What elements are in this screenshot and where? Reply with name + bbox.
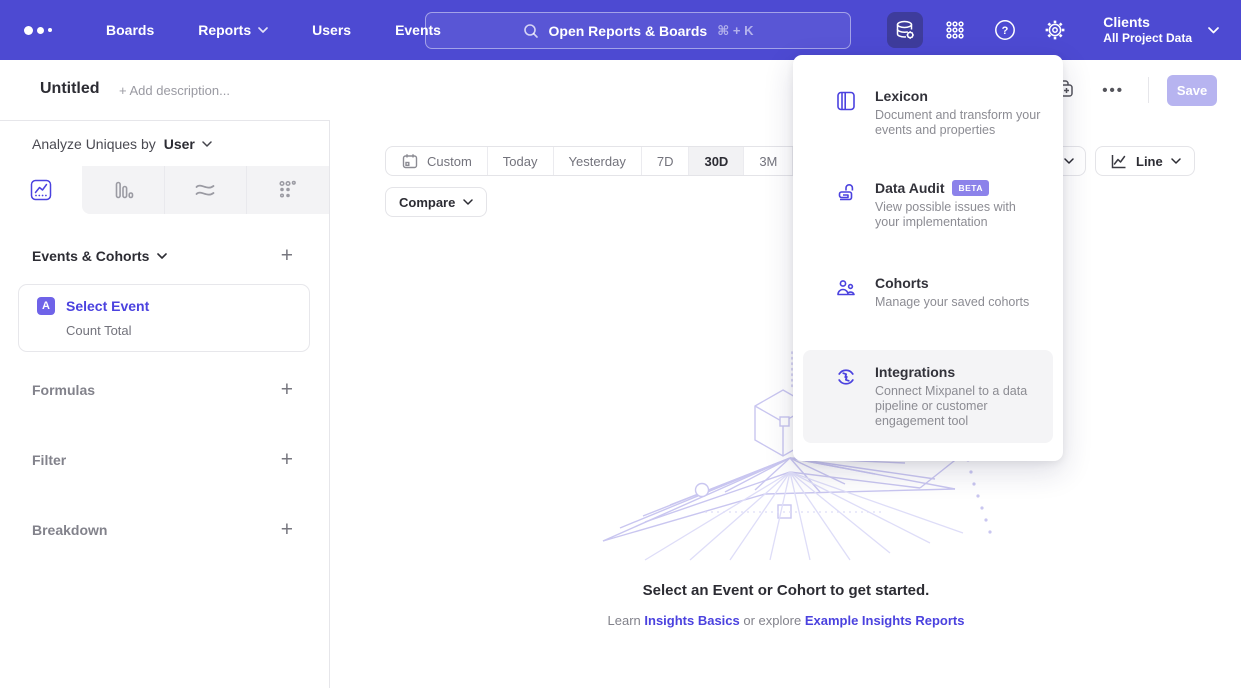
gear-icon <box>1043 18 1067 42</box>
analyze-label: Analyze Uniques by <box>32 136 156 152</box>
date-range-control: Custom Today Yesterday 7D 30D 3M 6M <box>385 146 842 176</box>
header-divider <box>1148 77 1149 103</box>
chart-type-tabs <box>0 166 329 214</box>
grid-icon <box>943 18 967 42</box>
select-event-label[interactable]: Select Event <box>66 298 149 314</box>
filter-label: Filter <box>32 452 66 468</box>
empty-state-title: Select an Event or Cohort to get started… <box>331 582 1241 599</box>
menu-item-integrations[interactable]: Integrations Connect Mixpanel to a data … <box>803 350 1053 443</box>
date-range-30d-selected[interactable]: 30D <box>689 147 744 175</box>
chevron-down-icon <box>258 27 268 33</box>
empty-state-links: Learn Insights Basics or explore Example… <box>331 613 1241 628</box>
beta-badge: BETA <box>952 180 989 196</box>
chart-canvas: Custom Today Yesterday 7D 30D 3M 6M Comp… <box>331 120 1241 688</box>
insights-report-page: Boards Reports Users Events Open Reports… <box>0 0 1241 688</box>
nav-item-reports[interactable]: Reports <box>198 22 268 38</box>
report-description-placeholder[interactable]: + Add description... <box>119 83 230 98</box>
nav-item-users[interactable]: Users <box>312 22 351 38</box>
menu-item-cohorts[interactable]: Cohorts Manage your saved cohorts <box>793 275 1063 310</box>
tab-flow-chart[interactable] <box>164 166 247 214</box>
line-chart-icon <box>1109 152 1128 171</box>
data-audit-icon <box>835 182 857 204</box>
add-event-button[interactable]: + <box>281 246 293 266</box>
calendar-icon <box>401 152 419 170</box>
count-total-label[interactable]: Count Total <box>66 323 309 338</box>
data-management-menu: Lexicon Document and transform your even… <box>793 55 1063 461</box>
events-cohorts-section: Events & Cohorts + <box>0 238 329 274</box>
menu-item-lexicon[interactable]: Lexicon Document and transform your even… <box>793 88 1063 138</box>
chevron-down-icon <box>463 199 473 205</box>
bar-chart-tab-icon <box>111 178 135 202</box>
event-card[interactable]: A Select Event Count Total <box>18 284 310 352</box>
date-range-yesterday[interactable]: Yesterday <box>554 147 642 175</box>
add-formula-button[interactable]: + <box>281 380 293 400</box>
example-reports-link[interactable]: Example Insights Reports <box>805 613 965 628</box>
menu-item-data-audit[interactable]: Data AuditBETA View possible issues with… <box>793 180 1063 230</box>
top-nav: Boards Reports Users Events Open Reports… <box>0 0 1241 60</box>
flow-chart-tab-icon <box>193 178 217 202</box>
settings-button[interactable] <box>1037 12 1073 48</box>
date-range-3m[interactable]: 3M <box>744 147 793 175</box>
search-icon <box>523 23 539 39</box>
learn-prefix: Learn <box>608 613 641 628</box>
date-range-custom[interactable]: Custom <box>386 147 488 175</box>
analyze-value-dropdown[interactable]: User <box>164 136 195 152</box>
metrics-grid-tab-icon <box>276 178 300 202</box>
chevron-down-icon <box>1208 27 1219 34</box>
help-icon: ? <box>993 18 1017 42</box>
add-breakdown-button[interactable]: + <box>281 520 293 540</box>
tab-bar-chart[interactable] <box>82 166 164 214</box>
breakdown-label: Breakdown <box>32 522 107 538</box>
tab-insights-line[interactable] <box>0 166 82 214</box>
chart-style-button[interactable]: Line <box>1095 146 1195 176</box>
insights-basics-link[interactable]: Insights Basics <box>644 613 739 628</box>
cohorts-users-icon <box>835 277 857 299</box>
search-shortcut: ⌘ + K <box>717 23 753 39</box>
nav-item-boards[interactable]: Boards <box>106 22 154 38</box>
event-letter-badge: A <box>37 297 55 315</box>
chevron-down-icon <box>1064 158 1074 164</box>
mixpanel-logo-icon[interactable] <box>24 26 64 35</box>
apps-grid-button[interactable] <box>937 12 973 48</box>
filter-section: Filter + <box>0 442 329 478</box>
tab-metrics-grid[interactable] <box>246 166 329 214</box>
formulas-label: Formulas <box>32 382 95 398</box>
compare-button[interactable]: Compare <box>385 187 487 217</box>
integrations-sync-icon <box>835 366 857 388</box>
report-title[interactable]: Untitled <box>40 80 100 98</box>
chevron-down-icon <box>1171 158 1181 164</box>
help-button[interactable]: ? <box>987 12 1023 48</box>
more-options-button[interactable]: ••• <box>1096 82 1130 99</box>
search-placeholder: Open Reports & Boards <box>549 23 708 39</box>
breakdown-section: Breakdown + <box>0 512 329 548</box>
analyze-uniques-row: Analyze Uniques by User <box>0 121 329 166</box>
add-filter-button[interactable]: + <box>281 450 293 470</box>
query-sidebar: Analyze Uniques by User <box>0 120 330 688</box>
project-name: Clients <box>1103 14 1192 31</box>
data-management-button[interactable] <box>887 12 923 48</box>
project-scope: All Project Data <box>1103 31 1192 46</box>
global-search[interactable]: Open Reports & Boards ⌘ + K <box>425 12 851 49</box>
svg-text:?: ? <box>1002 25 1009 37</box>
line-chart-tab-icon <box>29 178 53 202</box>
events-cohorts-header[interactable]: Events & Cohorts <box>32 248 167 264</box>
lexicon-book-icon <box>835 90 857 112</box>
date-range-7d[interactable]: 7D <box>642 147 690 175</box>
chevron-down-icon <box>157 253 167 259</box>
formulas-section: Formulas + <box>0 372 329 408</box>
chevron-down-icon <box>202 141 212 147</box>
date-range-today[interactable]: Today <box>488 147 554 175</box>
or-explore-text: or explore <box>743 613 801 628</box>
database-gear-icon <box>893 18 917 42</box>
save-button[interactable]: Save <box>1167 75 1217 106</box>
project-selector[interactable]: Clients All Project Data <box>1103 14 1219 46</box>
